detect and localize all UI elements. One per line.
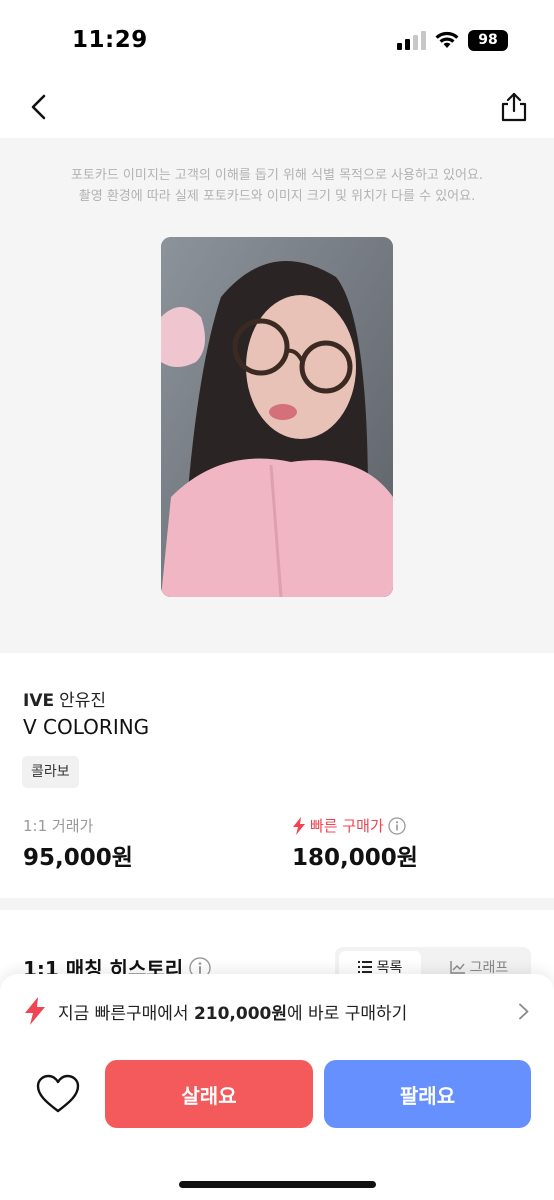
quick-buy-banner[interactable]: 지금 빠른구매에서 210,000원 에 바로 구매하기 xyxy=(24,996,534,1026)
quick-buy-price: 210,000원 xyxy=(193,1003,288,1024)
group-name: IVE xyxy=(23,691,55,711)
photocard-image-section: 포토카드 이미지는 고객의 이해를 돕기 위해 식별 목적으로 사용하고 있어요… xyxy=(0,138,554,653)
sell-button[interactable]: 팔래요 xyxy=(324,1060,531,1128)
trade-price-value: 95,000원 xyxy=(23,845,133,871)
quick-buy-suffix: 에 바로 구매하기 xyxy=(287,1003,408,1024)
bolt-icon xyxy=(25,997,45,1025)
section-divider xyxy=(0,898,554,910)
trade-price-label: 1:1 거래가 xyxy=(23,817,94,835)
graph-icon xyxy=(449,960,465,974)
status-bar: 11:29 98 xyxy=(0,0,554,80)
share-icon[interactable] xyxy=(497,90,531,124)
status-time: 11:29 xyxy=(72,27,148,53)
quick-price-label-row: 빠른 구매가 xyxy=(292,815,406,836)
heart-icon[interactable] xyxy=(36,1074,80,1114)
list-icon xyxy=(357,961,372,973)
disclaimer-line-2: 촬영 환경에 따라 실제 포토카드와 이미지 크기 및 위치가 다를 수 있어요… xyxy=(78,189,476,204)
buy-button[interactable]: 살래요 xyxy=(105,1060,313,1128)
chevron-right-icon xyxy=(519,1003,529,1020)
artist-line: IVE 안유진 xyxy=(23,686,106,711)
product-detail-screen: 11:29 98 포토카드 이미지는 고객의 이해를 돕기 위해 식별 목적으로… xyxy=(0,0,554,1200)
wifi-icon xyxy=(435,31,459,48)
category-tag: 콜라보 xyxy=(22,756,79,788)
bottom-action-sheet: 지금 빠른구매에서 210,000원 에 바로 구매하기 살래요 팔래요 xyxy=(0,974,554,1200)
signal-icon xyxy=(397,31,426,50)
info-icon[interactable] xyxy=(388,816,406,835)
album-title: V COLORING xyxy=(23,715,150,739)
quick-price-value: 180,000원 xyxy=(292,845,418,871)
quick-buy-prefix: 지금 빠른구매에서 xyxy=(58,1003,194,1024)
photocard-image[interactable] xyxy=(161,237,393,597)
disclaimer-line-1: 포토카드 이미지는 고객의 이해를 돕기 위해 식별 목적으로 사용하고 있어요… xyxy=(70,168,484,183)
member-name: 안유진 xyxy=(59,691,107,711)
back-arrow-icon[interactable] xyxy=(24,90,56,124)
quick-price-label: 빠른 구매가 xyxy=(310,817,384,835)
bolt-icon xyxy=(293,816,305,835)
photocard-illustration xyxy=(161,237,393,597)
battery-indicator: 98 xyxy=(468,30,508,51)
home-indicator xyxy=(179,1181,376,1188)
